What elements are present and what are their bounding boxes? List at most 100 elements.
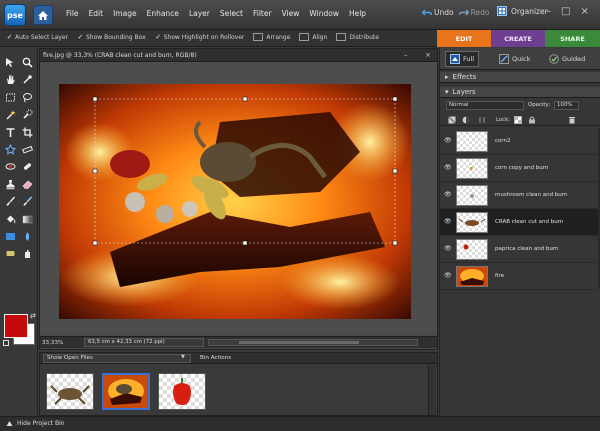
layer-row-paprica[interactable]: 👁 paprica clean and burn xyxy=(440,236,598,263)
shape-tool-icon[interactable] xyxy=(4,230,17,243)
red-eye-tool-icon[interactable] xyxy=(4,160,17,173)
auto-select-layer-option[interactable]: ✓ Auto Select Layer xyxy=(6,33,68,41)
marquee-tool-icon[interactable] xyxy=(4,91,17,104)
arrange-button[interactable]: Arrange xyxy=(253,33,290,41)
maximize-button[interactable]: □ xyxy=(561,6,570,17)
project-bin-scrollbar[interactable] xyxy=(428,365,436,415)
menu-image[interactable]: Image xyxy=(113,9,137,18)
lock-transparency-icon[interactable] xyxy=(514,116,522,124)
eye-icon[interactable]: 👁 xyxy=(444,245,452,252)
foreground-color-swatch-front[interactable] xyxy=(4,314,28,338)
layer-row-fire[interactable]: 👁 fire xyxy=(440,263,598,290)
show-highlight-label: Show Highlight on Rollover xyxy=(163,33,245,41)
lock-label: Lock: xyxy=(496,117,511,123)
paint-bucket-tool-icon[interactable] xyxy=(4,213,17,226)
cookie-cutter-tool-icon[interactable] xyxy=(4,143,17,156)
lasso-tool-icon[interactable] xyxy=(21,91,34,104)
eye-icon[interactable]: 👁 xyxy=(444,218,452,225)
redo-button[interactable]: Redo xyxy=(458,8,489,17)
adjustment-layer-icon[interactable] xyxy=(462,116,470,124)
layer-row-mushroom[interactable]: 👁 mushroom clean and burn xyxy=(440,182,598,209)
canvas-image[interactable] xyxy=(40,62,437,332)
menu-select[interactable]: Select xyxy=(220,9,243,18)
zoom-readout[interactable]: 33,33% xyxy=(42,340,63,346)
opacity-field[interactable]: 100% xyxy=(554,101,579,110)
layer-row-crab[interactable]: 👁 CRAB clean cut and burn xyxy=(440,209,598,236)
eraser-tool-icon[interactable] xyxy=(21,178,34,191)
move-tool-icon[interactable] xyxy=(4,56,17,69)
document-minimize-button[interactable]: – xyxy=(404,51,408,59)
menu-edit[interactable]: Edit xyxy=(89,9,104,18)
smudge-tool-icon[interactable] xyxy=(21,247,34,260)
chevron-down-icon[interactable]: ▼ xyxy=(181,354,185,360)
default-colors-icon[interactable] xyxy=(3,340,9,346)
mode-quick-button[interactable]: Quick xyxy=(495,51,534,67)
zoom-tool-icon[interactable] xyxy=(21,56,34,69)
eye-icon[interactable]: 👁 xyxy=(444,272,452,279)
effects-panel-header[interactable]: ▸ Effects xyxy=(440,72,600,83)
crop-tool-icon[interactable] xyxy=(21,126,34,139)
bin-thumbnail-paprika[interactable] xyxy=(158,373,206,410)
menu-filter[interactable]: Filter xyxy=(253,9,272,18)
blend-mode-select[interactable]: Normal xyxy=(446,101,524,110)
lock-icon[interactable] xyxy=(528,116,536,124)
undo-button[interactable]: Undo xyxy=(422,8,454,17)
tab-create[interactable]: CREATE xyxy=(491,30,545,47)
layer-row-corn2[interactable]: 👁 corn2 xyxy=(440,128,598,155)
minimize-button[interactable]: – xyxy=(546,6,551,17)
type-tool-icon[interactable] xyxy=(4,126,17,139)
hide-project-bin-button[interactable]: Hide Project Bin xyxy=(6,420,65,427)
spot-healing-tool-icon[interactable] xyxy=(21,160,34,173)
eye-icon[interactable]: 👁 xyxy=(444,164,452,171)
new-layer-icon[interactable] xyxy=(448,116,456,124)
menu-file[interactable]: File xyxy=(66,9,79,18)
bin-actions-menu[interactable]: Bin Actions xyxy=(200,355,231,361)
menu-enhance[interactable]: Enhance xyxy=(147,9,179,18)
bin-thumbnail-fire-composite[interactable] xyxy=(102,373,150,410)
link-layers-icon[interactable] xyxy=(478,116,486,124)
tab-edit[interactable]: EDIT xyxy=(437,30,491,47)
chevron-down-icon: ▾ xyxy=(445,88,449,96)
layer-thumbnail xyxy=(456,158,488,179)
organizer-button[interactable]: Organizer xyxy=(497,6,548,16)
menu-view[interactable]: View xyxy=(282,9,300,18)
clone-stamp-tool-icon[interactable] xyxy=(4,178,17,191)
home-button[interactable] xyxy=(33,5,53,25)
menu-help[interactable]: Help xyxy=(349,9,366,18)
mode-full-button[interactable]: Full xyxy=(445,51,480,67)
gradient-tool-icon[interactable] xyxy=(21,213,34,226)
distribute-button[interactable]: Distribute xyxy=(336,33,379,41)
straighten-tool-icon[interactable] xyxy=(21,143,34,156)
smart-brush-tool-icon[interactable] xyxy=(21,195,34,208)
menu-layer[interactable]: Layer xyxy=(189,9,210,18)
trash-icon[interactable] xyxy=(568,116,576,124)
layer-row-corn-copy[interactable]: 👁 corn copy and burn xyxy=(440,155,598,182)
close-button[interactable]: × xyxy=(580,6,588,17)
sponge-tool-icon[interactable] xyxy=(4,247,17,260)
blur-tool-icon[interactable] xyxy=(21,230,34,243)
layers-panel-header[interactable]: ▾ Layers xyxy=(440,87,600,98)
document-close-button[interactable]: × xyxy=(425,51,431,59)
document-size-readout[interactable]: 63,5 cm x 42,33 cm (72 ppi) xyxy=(84,338,204,347)
quick-selection-tool-icon[interactable] xyxy=(21,108,34,121)
tab-share[interactable]: SHARE xyxy=(545,30,600,47)
bin-thumbnail-crab[interactable] xyxy=(46,373,94,410)
show-files-select[interactable]: Show Open Files xyxy=(43,354,191,363)
hand-tool-icon[interactable] xyxy=(4,73,17,86)
show-bounding-box-option[interactable]: ✓ Show Bounding Box xyxy=(77,33,146,41)
horizontal-scroll-thumb[interactable] xyxy=(239,341,359,344)
mode-guided-button[interactable]: Guided xyxy=(545,51,589,67)
brush-tool-icon[interactable] xyxy=(4,195,17,208)
horizontal-scrollbar[interactable] xyxy=(208,339,418,346)
menu-window[interactable]: Window xyxy=(309,9,339,18)
show-highlight-option[interactable]: ✓ Show Highlight on Rollover xyxy=(155,33,245,41)
document-title-bar: fire.jpg @ 33,3% (CRAB clean cut and bur… xyxy=(40,49,437,62)
app-logo: pse xyxy=(4,4,26,26)
eye-icon[interactable]: 👁 xyxy=(444,137,452,144)
swap-colors-icon[interactable]: ⇄ xyxy=(30,312,36,320)
canvas-area[interactable] xyxy=(40,62,437,332)
eye-icon[interactable]: 👁 xyxy=(444,191,452,198)
align-button[interactable]: Align xyxy=(299,33,327,41)
magic-wand-tool-icon[interactable] xyxy=(4,108,17,121)
eyedropper-tool-icon[interactable] xyxy=(21,73,34,86)
